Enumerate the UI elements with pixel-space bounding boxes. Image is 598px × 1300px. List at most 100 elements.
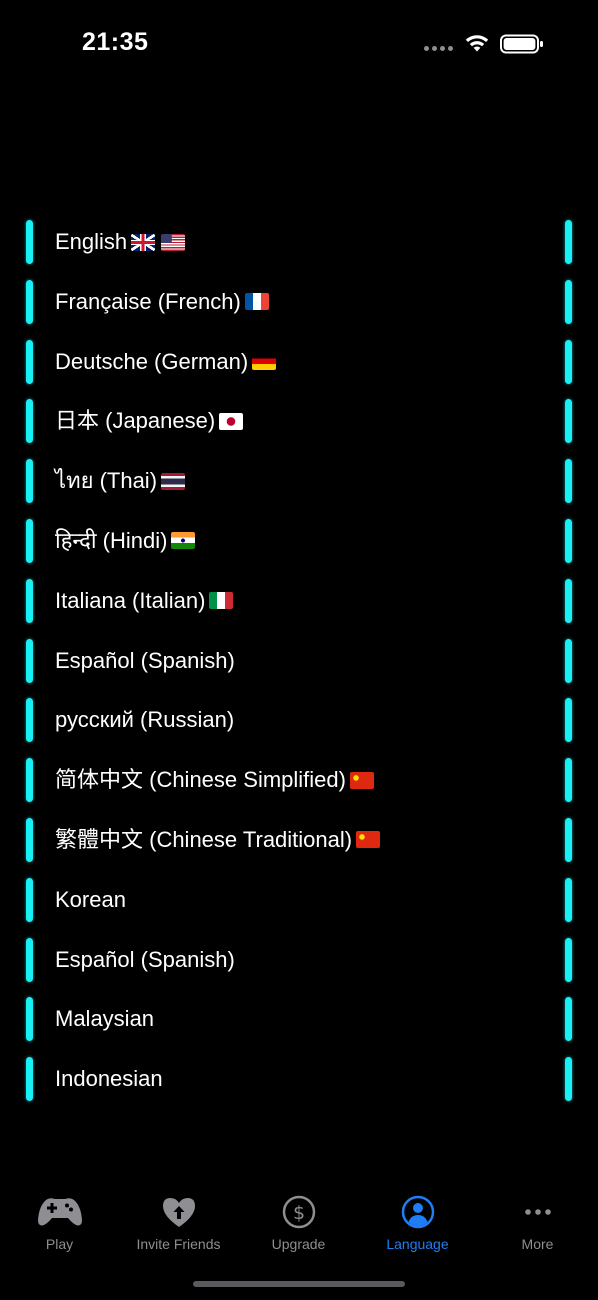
accent-bar-left [26,817,33,862]
accent-bar-left [26,997,33,1042]
tab-bar: Play Invite Friends $ Upgrade Language M… [0,1184,598,1264]
language-item[interactable]: 日本 (Japanese) [26,397,572,445]
language-item[interactable]: Deutsche (German) [26,338,572,386]
language-name: 日本 (Japanese) [55,408,216,434]
language-name: 繁體中文 (Chinese Traditional) [55,826,353,852]
tab-more[interactable]: More [478,1184,597,1256]
language-name: Malaysian [55,1006,155,1032]
language-name: Korean [55,886,126,912]
language-name: Español (Spanish) [55,647,235,673]
language-label: Italiana (Italian) [55,587,234,615]
battery-icon [500,34,543,54]
accent-bar-right [565,578,572,623]
accent-bar-left [26,758,33,803]
accent-bar-right [565,937,572,982]
language-label: Française (French) [55,288,269,316]
accent-bar-left [26,220,33,264]
language-label: Deutsche (German) [55,348,277,376]
language-label: ไทย (Thai) [55,467,186,495]
tab-language[interactable]: Language [358,1184,477,1256]
home-indicator [193,1281,405,1287]
flag-us-icon [161,233,186,251]
accent-bar-left [26,877,33,922]
flag-in-icon [171,532,196,550]
language-name: русский (Russian) [55,707,235,733]
language-item[interactable]: 繁體中文 (Chinese Traditional) [26,816,572,864]
tab-label: Upgrade [271,1236,326,1252]
language-item[interactable]: Italiana (Italian) [26,577,572,625]
language-item[interactable]: Korean [26,876,572,924]
accent-bar-right [565,518,572,563]
language-item[interactable]: 简体中文 (Chinese Simplified) [26,756,572,804]
accent-bar-right [565,638,572,683]
accent-bar-right [565,758,572,803]
accent-bar-left [26,459,33,504]
language-label: Español (Spanish) [55,647,235,675]
language-name: ไทย (Thai) [55,468,158,494]
tab-label: Play [45,1236,74,1252]
language-item[interactable]: English [26,218,572,266]
language-item[interactable]: ไทย (Thai) [26,457,572,505]
status-bar: 21:35 [0,0,598,88]
accent-bar-left [26,638,33,683]
status-time: 21:35 [82,28,149,56]
accent-bar-right [565,399,572,444]
accent-bar-right [565,459,572,504]
language-name: हिन्दी (Hindi) [55,527,168,553]
accent-bar-right [565,698,572,743]
language-list: English Française (French) Deutsche (Germa… [26,218,572,1115]
accent-bar-right [565,817,572,862]
language-label: 简体中文 (Chinese Simplified) [55,766,374,794]
accent-bar-left [26,937,33,982]
tab-play[interactable]: Play [0,1184,119,1256]
flag-it-icon [209,592,234,610]
flag-de-icon [252,353,277,371]
tab-label: Language [386,1236,449,1252]
language-item[interactable]: हिन्दी (Hindi) [26,517,572,565]
cellular-signal-icon [424,46,456,52]
accent-bar-right [565,279,572,324]
language-label: English [55,228,186,256]
language-item[interactable]: Español (Spanish) [26,637,572,685]
language-item[interactable]: Française (French) [26,278,572,326]
language-item[interactable]: Malaysian [26,995,572,1043]
language-label: Español (Spanish) [55,946,235,974]
flag-th-icon [161,472,186,490]
accent-bar-left [26,279,33,324]
tab-label: More [521,1236,554,1252]
language-name: Indonesian [55,1066,163,1092]
accent-bar-left [26,399,33,444]
language-label: Malaysian [55,1005,154,1033]
tab-upgrade[interactable]: $ Upgrade [239,1184,358,1256]
flag-fr-icon [244,293,269,311]
wifi-icon [465,35,489,52]
dollar-circle-icon: $ [282,1195,315,1229]
gamepad-icon [37,1198,82,1226]
accent-bar-left [26,578,33,623]
language-item[interactable]: Indonesian [26,1055,572,1103]
language-name: Française (French) [55,288,241,314]
language-label: русский (Russian) [55,706,234,734]
tab-invite-friends[interactable]: Invite Friends [119,1184,238,1256]
language-screen: 21:35 English Française (French) Deutsche … [0,0,598,1300]
flag-jp-icon [219,412,244,430]
language-name: English [55,229,128,254]
accent-bar-left [26,1057,33,1102]
language-label: Korean [55,886,126,914]
language-name: Italiana (Italian) [55,587,206,613]
language-item[interactable]: Español (Spanish) [26,936,572,984]
flag-cn-icon [349,771,374,789]
flag-cn-icon [356,831,381,849]
accent-bar-right [565,877,572,922]
accent-bar-right [565,997,572,1042]
language-name: Español (Spanish) [55,946,235,972]
tab-label: Invite Friends [136,1236,221,1252]
language-label: 繁體中文 (Chinese Traditional) [55,826,381,854]
accent-bar-left [26,698,33,743]
language-item[interactable]: русский (Russian) [26,696,572,744]
person-circle-icon [401,1195,434,1229]
language-label: Indonesian [55,1065,163,1093]
language-name: 简体中文 (Chinese Simplified) [55,767,346,793]
accent-bar-right [565,1057,572,1102]
accent-bar-right [565,220,572,264]
